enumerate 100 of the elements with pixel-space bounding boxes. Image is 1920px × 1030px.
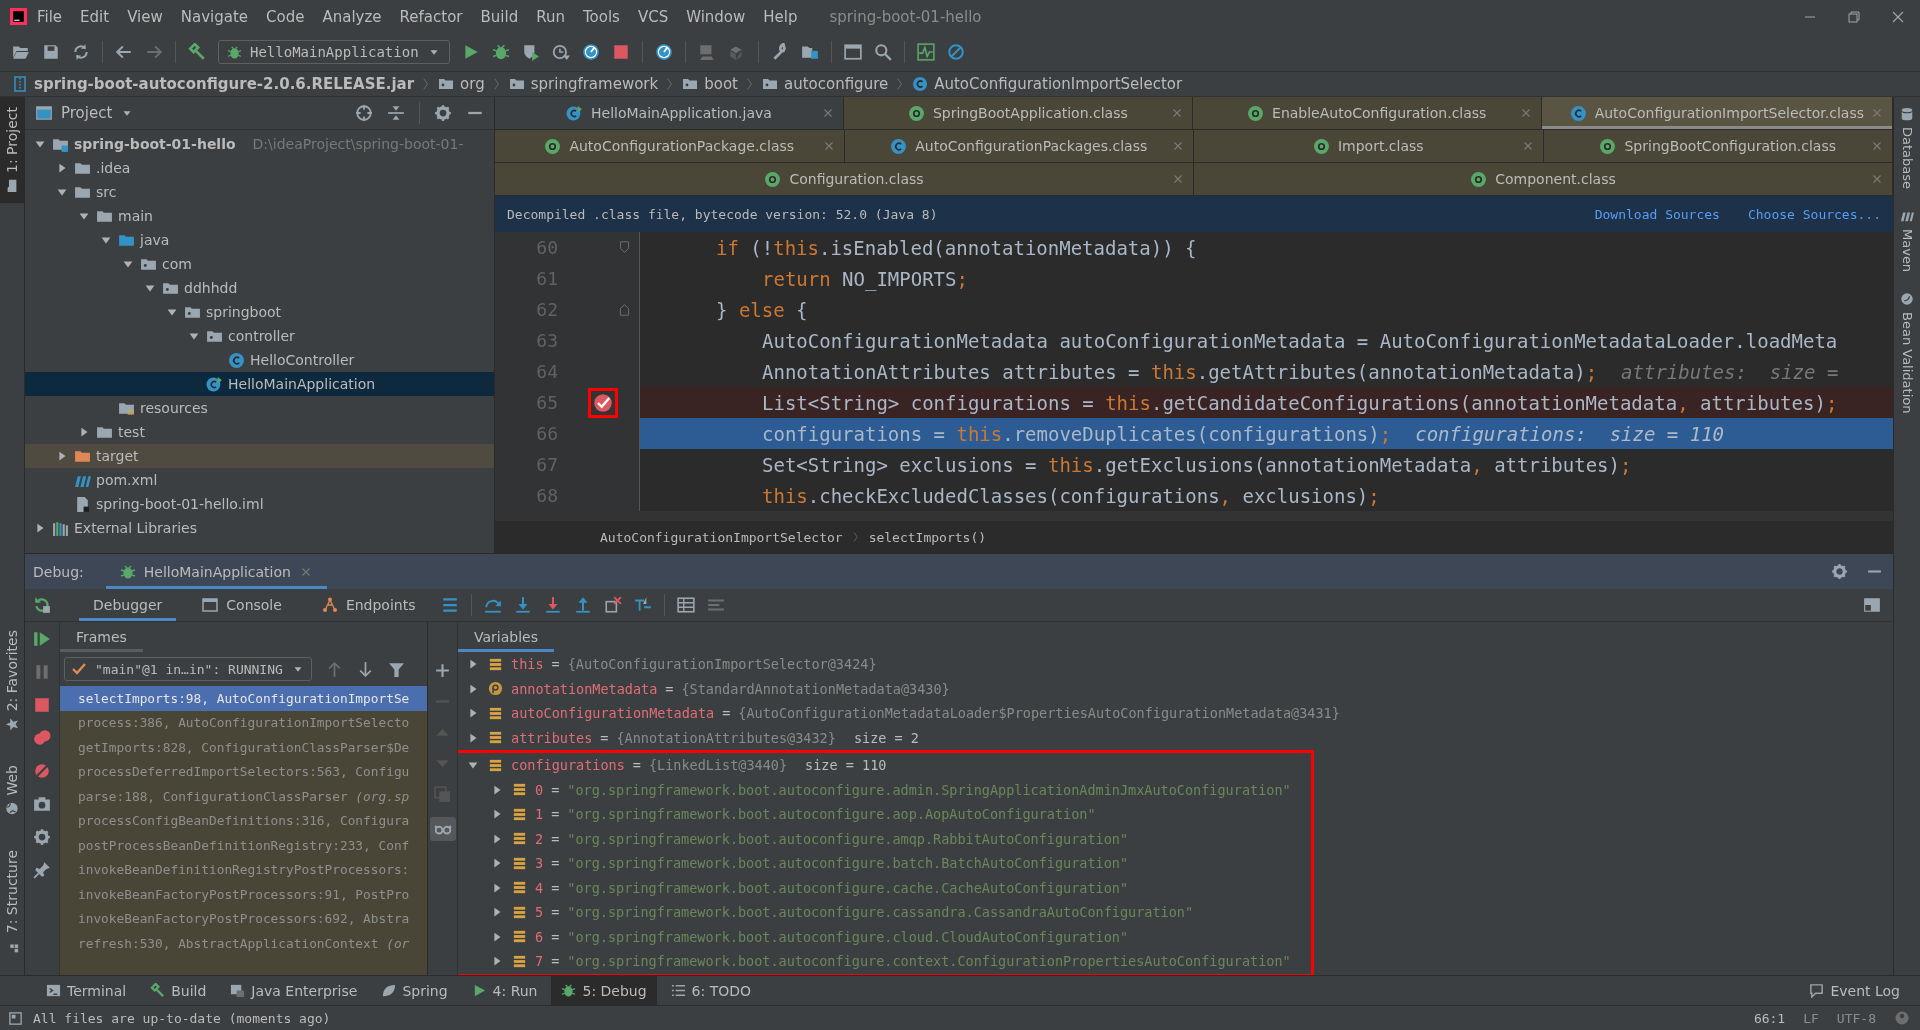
editor-tab[interactable]: SpringBootConfiguration.class: [1543, 130, 1893, 162]
editor-tab[interactable]: AutoConfigurationPackages.class: [844, 130, 1194, 162]
drop-frame-icon[interactable]: [604, 596, 623, 614]
step-into-icon[interactable]: [514, 596, 533, 614]
settings-icon[interactable]: [33, 828, 51, 846]
breadcrumb-item[interactable]: AutoConfigurationImportSelector: [600, 529, 843, 545]
tool-window-tab[interactable]: 4: Run: [461, 976, 548, 1005]
debug-tab[interactable]: Console: [188, 589, 296, 621]
bug-icon[interactable]: [491, 43, 510, 61]
editor-tab[interactable]: SpringBootApplication.class: [843, 97, 1193, 129]
tree-item[interactable]: controller: [25, 324, 494, 348]
tree-item[interactable]: spring-boot-01-hello.iml: [25, 492, 494, 516]
panel-toggle-icon[interactable]: [8, 1010, 23, 1026]
tree-item[interactable]: External Libraries: [25, 516, 494, 540]
layout-icon[interactable]: [1863, 596, 1881, 614]
frame-item[interactable]: selectImports:98, AutoConfigurationImportSe: [60, 686, 427, 711]
cursor-position[interactable]: 66:1: [1753, 1010, 1786, 1026]
tree-item[interactable]: .idea: [25, 156, 494, 180]
step-into-icon[interactable]: [544, 596, 563, 614]
side-tab[interactable]: Database: [1894, 103, 1920, 194]
breadcrumb-item[interactable]: autoconfigure: [761, 75, 889, 93]
tree-item[interactable]: pom.xml: [25, 468, 494, 492]
menu-item[interactable]: Help: [755, 4, 806, 29]
settings-icon[interactable]: [434, 104, 452, 122]
frame-item[interactable]: invokeBeanFactoryPostProcessors:692, Abstra: [60, 906, 427, 931]
tree-item[interactable]: target: [25, 444, 494, 468]
breakpoints-icon[interactable]: [33, 729, 51, 747]
folder-icon[interactable]: [12, 43, 30, 61]
frame-item[interactable]: invokeBeanDefinitionRegistryPostProcessors:: [60, 857, 427, 882]
step-out-icon[interactable]: [574, 596, 593, 614]
run-config-dropdown[interactable]: HelloMainApplication: [218, 40, 450, 64]
camera-icon[interactable]: [33, 795, 51, 813]
editor-tab[interactable]: EnableAutoConfiguration.class: [1192, 97, 1542, 129]
menu-item[interactable]: Navigate: [172, 4, 257, 29]
gauge-icon[interactable]: [654, 43, 673, 61]
tool-window-tab[interactable]: Java Enterprise: [220, 976, 368, 1005]
tree-item[interactable]: main: [25, 204, 494, 228]
tree-item[interactable]: spring-boot-01-hello D:\ideaProject\spring-boot-01-: [25, 132, 494, 156]
hammer-icon[interactable]: [188, 43, 206, 61]
tool-window-tab[interactable]: 5: Debug: [551, 976, 657, 1005]
frame-item[interactable]: process:386, AutoConfigurationImportSelecto: [60, 710, 427, 735]
frame-item[interactable]: refresh:530, AbstractApplicationContext (or: [60, 931, 427, 956]
resume-icon[interactable]: [33, 630, 51, 648]
menu-item[interactable]: Build: [472, 4, 527, 29]
stop-icon[interactable]: [33, 696, 51, 714]
tree-item[interactable]: src: [25, 180, 494, 204]
breadcrumb-item[interactable]: springframework: [508, 75, 659, 93]
line-separator[interactable]: LF: [1803, 1010, 1819, 1026]
frame-item[interactable]: processDeferredImportSelectors:563, Configu: [60, 759, 427, 784]
tree-item[interactable]: test: [25, 420, 494, 444]
link[interactable]: Download Sources: [1594, 206, 1720, 222]
pin-icon[interactable]: [33, 861, 51, 879]
frame-item[interactable]: postProcessBeanDefinitionRegistry:233, Conf: [60, 833, 427, 858]
menu-item[interactable]: File: [29, 4, 71, 29]
menu-item[interactable]: View: [119, 4, 171, 29]
breadcrumb-item[interactable]: org: [438, 75, 485, 93]
session-tab[interactable]: HelloMainApplication: [105, 554, 327, 589]
side-tab[interactable]: 1: Project: [0, 97, 24, 203]
back-arrow-icon[interactable]: [115, 43, 133, 61]
collapse-icon[interactable]: [387, 104, 405, 122]
crosshair-icon[interactable]: [355, 104, 373, 122]
fold-marker-icon[interactable]: [618, 241, 631, 254]
menu-icon[interactable]: [441, 596, 460, 614]
side-tab[interactable]: Maven: [1894, 205, 1920, 277]
folder-icon[interactable]: [800, 43, 819, 61]
search-icon[interactable]: [873, 43, 892, 61]
tree-item[interactable]: HelloMainApplication: [25, 372, 494, 396]
tree-item[interactable]: com: [25, 252, 494, 276]
panel-tab[interactable]: Variables: [458, 622, 554, 652]
tree-item[interactable]: ddhhdd: [25, 276, 494, 300]
save-icon[interactable]: [42, 43, 60, 61]
shield-icon[interactable]: [521, 43, 540, 61]
tool-window-tab[interactable]: Spring: [371, 976, 458, 1005]
frame-item[interactable]: processConfigBeanDefinitions:316, Configura: [60, 808, 427, 833]
frame-item[interactable]: parse:188, ConfigurationClassParser (org.sp: [60, 784, 427, 809]
breadcrumb-item[interactable]: spring-boot-autoconfigure-2.0.6.RELEASE.jar: [12, 75, 415, 93]
event-log-tab[interactable]: Event Log: [1799, 976, 1920, 1005]
editor-tab[interactable]: Import.class: [1194, 130, 1544, 162]
menu-item[interactable]: Tools: [574, 4, 628, 29]
window-icon[interactable]: [843, 43, 862, 61]
view-selector[interactable]: Project: [35, 104, 135, 122]
thread-dropdown[interactable]: "main"@1 in…in": RUNNING: [64, 657, 312, 681]
frame-item[interactable]: getImports:828, ConfigurationClassParser$De: [60, 735, 427, 760]
rerun-icon[interactable]: [33, 596, 51, 614]
menu-item[interactable]: Refactor: [391, 4, 471, 29]
editor-tab[interactable]: HelloMainApplication.java: [495, 97, 844, 129]
editor-tab[interactable]: AutoConfigurationPackage.class: [495, 130, 845, 162]
watch-toggle-button[interactable]: [429, 817, 456, 841]
link[interactable]: Choose Sources...: [1747, 206, 1881, 222]
side-tab[interactable]: Web: [0, 755, 24, 826]
cursor-icon[interactable]: [634, 596, 653, 614]
side-tab[interactable]: 7: Structure: [0, 839, 24, 963]
side-tab[interactable]: Bean Validation: [1894, 288, 1920, 418]
sync-icon[interactable]: [72, 43, 90, 61]
frame-item[interactable]: invokeBeanFactoryPostProcessors:91, PostPro: [60, 882, 427, 907]
editor-tab[interactable]: Component.class: [1194, 163, 1893, 195]
menu-item[interactable]: Run: [528, 4, 573, 29]
menu-item[interactable]: Edit: [72, 4, 118, 29]
tool-window-tab[interactable]: Build: [140, 976, 217, 1005]
editor-tab[interactable]: AutoConfigurationImportSelector.class: [1541, 97, 1893, 129]
